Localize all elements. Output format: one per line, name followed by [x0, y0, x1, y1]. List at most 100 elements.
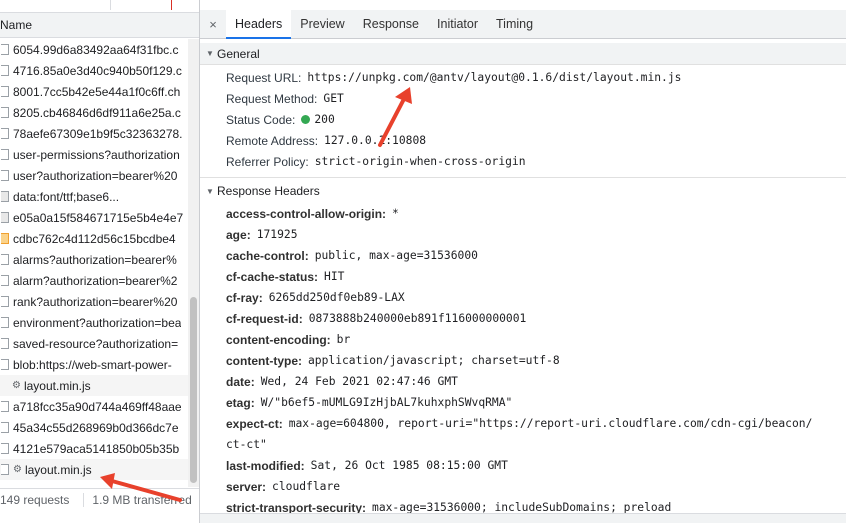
header-value: cloudflare [272, 480, 341, 493]
bottom-scrollbar[interactable] [200, 513, 846, 523]
request-row[interactable]: blob:https://web-smart-power- [0, 354, 188, 375]
response-header-row: cf-request-id 0873888b240000eb891f1160000… [200, 308, 846, 329]
detail-tabs: × Headers Preview Response Initiator Tim… [200, 10, 846, 39]
file-icon [1, 338, 9, 349]
request-row[interactable]: 8001.7cc5b42e5e44a1f0c6ff.ch [0, 81, 188, 102]
request-row[interactable]: ⚙ layout.min.js [0, 375, 188, 396]
header-name: date [226, 375, 255, 389]
header-value: 171925 [256, 228, 298, 241]
request-url-row: Request URL: https://unpkg.com/@antv/lay… [200, 67, 846, 88]
request-name: saved-resource?authorization= [13, 336, 179, 351]
header-name: etag [226, 396, 255, 410]
tab-response[interactable]: Response [354, 10, 428, 38]
file-icon [1, 464, 9, 475]
request-url-label: Request URL: [226, 70, 302, 85]
request-method-label: Request Method: [226, 91, 318, 106]
request-name: 4716.85a0e3d40c940b50f129.c [13, 63, 182, 78]
header-name: cf-ray [226, 291, 263, 305]
timeline-marker [110, 0, 111, 10]
request-list-scrollbar[interactable] [188, 39, 199, 487]
request-row[interactable]: user?authorization=bearer%20 [0, 165, 188, 186]
file-icon [1, 296, 9, 307]
header-name: cf-cache-status [226, 270, 318, 284]
response-headers-header[interactable]: ▼ Response Headers [200, 180, 846, 202]
header-value: Sat, 26 Oct 1985 08:15:00 GMT [310, 459, 508, 472]
request-count: 149 requests [0, 493, 70, 507]
header-name: access-control-allow-origin [226, 207, 386, 221]
request-row[interactable]: data:font/ttf;base6... [0, 186, 188, 207]
file-icon [1, 275, 9, 286]
header-value: 6265dd250df0eb89-LAX [268, 291, 405, 304]
request-row[interactable]: cdbc762c4d112d56c15bcdbe4 [0, 228, 188, 249]
header-name: server [226, 480, 266, 494]
response-header-row: ct-ct" [200, 434, 846, 455]
response-header-row: age 171925 [200, 224, 846, 245]
request-row[interactable]: environment?authorization=bea [0, 312, 188, 333]
request-rows: 6054.99d6a83492aa64f31fbc.c 4716.85a0e3d4… [0, 39, 188, 480]
request-name: 78aefe67309e1b9f5c32363278. [13, 126, 183, 141]
header-value: HIT [324, 270, 345, 283]
request-name: alarms?authorization=bearer% [13, 252, 177, 267]
header-value: ct-ct" [226, 438, 267, 451]
general-section-header[interactable]: ▼ General [200, 43, 846, 65]
header-value: public, max-age=31536000 [314, 249, 478, 262]
header-name: age [226, 228, 251, 242]
request-name: blob:https://web-smart-power- [13, 357, 172, 372]
request-row[interactable]: alarm?authorization=bearer%2 [0, 270, 188, 291]
request-name: user?authorization=bearer%20 [13, 168, 178, 183]
referrer-policy-value: strict-origin-when-cross-origin [314, 155, 526, 168]
status-divider [83, 493, 85, 507]
header-value: 0873888b240000eb891f116000000001 [308, 312, 527, 325]
tab-initiator[interactable]: Initiator [428, 10, 487, 38]
header-value: Wed, 24 Feb 2021 02:47:46 GMT [260, 375, 458, 388]
response-header-row: cf-cache-status HIT [200, 266, 846, 287]
request-name: 45a34c55d268969b0d366dc7e [13, 420, 179, 435]
header-value: br [336, 333, 351, 346]
referrer-policy-row: Referrer Policy: strict-origin-when-cros… [200, 151, 846, 172]
request-row[interactable]: ⚙ layout.min.js [0, 459, 188, 480]
request-row[interactable]: saved-resource?authorization= [0, 333, 188, 354]
file-icon [1, 65, 9, 76]
request-row[interactable]: 8205.cb46846d6df911a6e25a.c [0, 102, 188, 123]
response-header-row: cf-ray 6265dd250df0eb89-LAX [200, 287, 846, 308]
gear-icon: ⚙ [13, 464, 22, 475]
request-name: data:font/ttf;base6... [13, 189, 120, 204]
request-row[interactable]: 4121e579aca5141850b05b35b [0, 438, 188, 459]
request-row[interactable]: e05a0a15f584671715e5b4e4e7 [0, 207, 188, 228]
request-row[interactable]: 45a34c55d268969b0d366dc7e [0, 417, 188, 438]
name-column-header[interactable]: Name [0, 12, 199, 38]
file-icon [1, 317, 9, 328]
file-icon [1, 149, 9, 160]
tab-headers[interactable]: Headers [226, 10, 292, 39]
request-name: 8205.cb46846d6df911a6e25a.c [13, 105, 181, 120]
request-name: 8001.7cc5b42e5e44a1f0c6ff.ch [13, 84, 181, 99]
response-header-row: expect-ct max-age=604800, report-uri="htt… [200, 413, 846, 434]
request-row[interactable]: alarms?authorization=bearer% [0, 249, 188, 270]
remote-address-label: Remote Address: [226, 133, 319, 148]
status-code-value: 200 [314, 113, 335, 126]
request-row[interactable]: rank?authorization=bearer%20 [0, 291, 188, 312]
request-row[interactable]: 6054.99d6a83492aa64f31fbc.c [0, 39, 188, 60]
general-section: ▼ General Request URL: https://unpkg.com… [200, 43, 846, 172]
tab-preview[interactable]: Preview [291, 10, 353, 38]
request-list-panel: Name 6054.99d6a83492aa64f31fbc.c 4716.85a… [0, 0, 200, 523]
remote-address-value: 127.0.0.1:10808 [324, 134, 427, 147]
header-name: cf-request-id [226, 312, 303, 326]
response-header-row: last-modified Sat, 26 Oct 1985 08:15:00 G… [200, 455, 846, 476]
response-headers-section: ▼ Response Headers access-control-allow-… [200, 180, 846, 518]
request-row[interactable]: 78aefe67309e1b9f5c32363278. [0, 123, 188, 144]
request-name: layout.min.js [23, 378, 91, 393]
scrollbar-thumb[interactable] [190, 297, 197, 483]
font-file-icon [1, 191, 9, 202]
request-row[interactable]: a718fcc35a90d744a469ff48aae [0, 396, 188, 417]
close-icon[interactable]: × [200, 17, 226, 32]
tab-timing[interactable]: Timing [487, 10, 542, 38]
file-icon [1, 422, 9, 433]
request-url-value: https://unpkg.com/@antv/layout@0.1.6/dis… [307, 71, 682, 84]
request-row[interactable]: user-permissions?authorization [0, 144, 188, 165]
referrer-policy-label: Referrer Policy: [226, 154, 309, 169]
request-row[interactable]: 4716.85a0e3d40c940b50f129.c [0, 60, 188, 81]
header-name: expect-ct [226, 417, 283, 431]
expand-triangle-icon: ▼ [206, 49, 214, 58]
file-icon [1, 254, 9, 265]
